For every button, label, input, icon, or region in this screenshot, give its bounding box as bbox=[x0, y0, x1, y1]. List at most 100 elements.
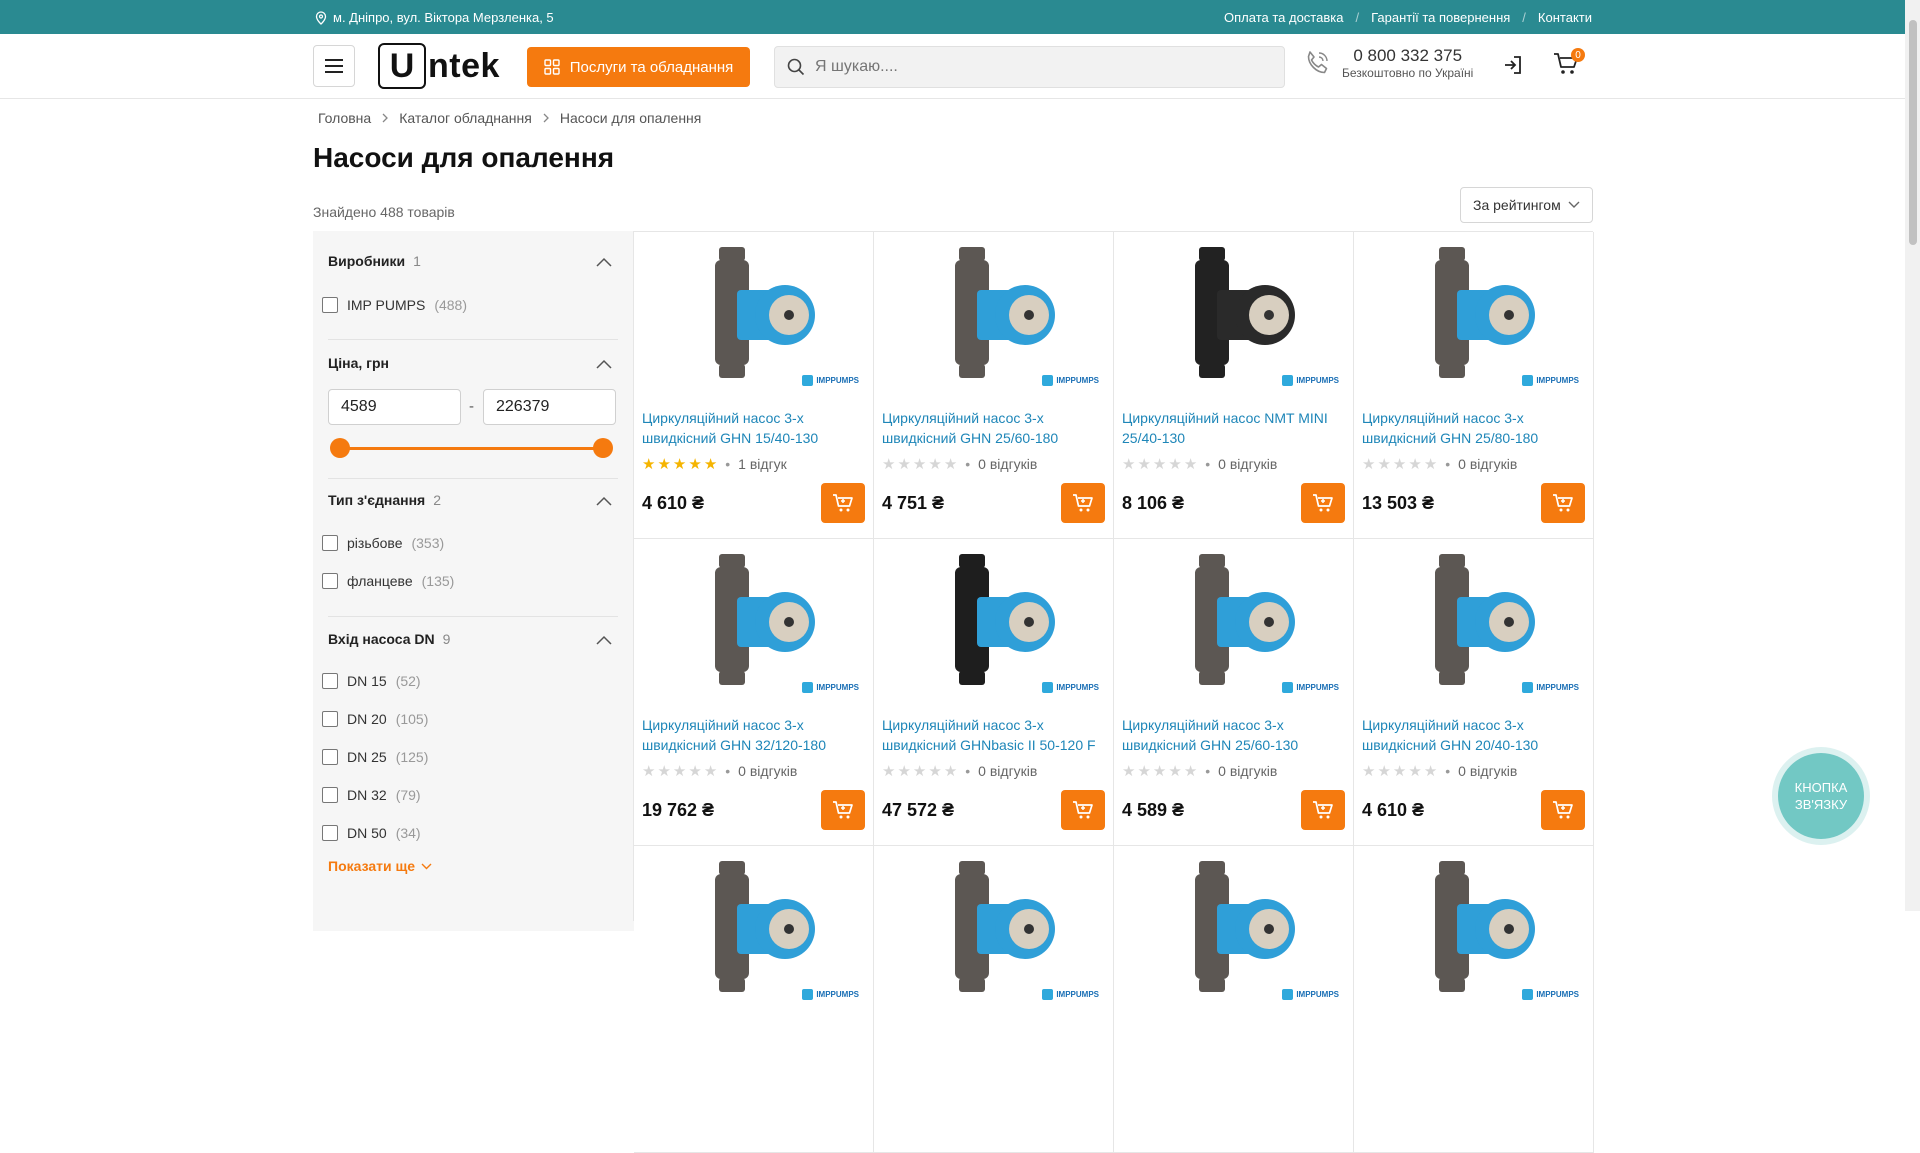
product-card[interactable]: IMPPUMPS bbox=[634, 846, 874, 1153]
filter-option[interactable]: DN 50 (34) bbox=[322, 825, 421, 841]
filter-option[interactable]: DN 25 (125) bbox=[322, 749, 428, 765]
filter-title[interactable]: Виробники 1 bbox=[328, 253, 618, 269]
product-name-link[interactable]: Циркуляційний насос 3-х швидкісний GHN 2… bbox=[1362, 715, 1582, 755]
link-delivery[interactable]: Оплата та доставка bbox=[1224, 10, 1343, 25]
add-to-cart-button[interactable] bbox=[1301, 483, 1345, 523]
product-image[interactable] bbox=[1169, 856, 1299, 1006]
product-name-link[interactable]: Циркуляційний насос 3-х швидкісний GHN 1… bbox=[642, 408, 862, 448]
product-card[interactable]: IMPPUMPS Циркуляційний насос 3-х швидкісн… bbox=[1354, 539, 1594, 846]
checkbox[interactable] bbox=[322, 673, 338, 689]
product-image[interactable] bbox=[1169, 242, 1299, 392]
contact-button[interactable]: КНОПКА ЗВ'ЯЗКУ bbox=[1778, 753, 1864, 839]
product-name-link[interactable]: Циркуляційний насос 3-х швидкісний GHN 2… bbox=[882, 408, 1102, 448]
menu-button[interactable] bbox=[313, 45, 355, 87]
product-card[interactable]: IMPPUMPS Циркуляційний насос 3-х швидкісн… bbox=[874, 232, 1114, 539]
review-count[interactable]: 0 відгуків bbox=[738, 763, 797, 779]
review-count[interactable]: 0 відгуків bbox=[978, 763, 1037, 779]
services-button[interactable]: Послуги та обладнання bbox=[527, 47, 750, 87]
product-card[interactable]: IMPPUMPS Циркуляційний насос 3-х швидкісн… bbox=[874, 539, 1114, 846]
filter-option[interactable]: різьбове (353) bbox=[322, 535, 444, 551]
product-name-link[interactable]: Циркуляційний насос 3-х швидкісний GHN 3… bbox=[642, 715, 862, 755]
filter-title[interactable]: Вхід насоса DN 9 bbox=[328, 631, 618, 647]
review-count[interactable]: 0 відгуків bbox=[978, 456, 1037, 472]
filter-option[interactable]: фланцеве (135) bbox=[322, 573, 454, 589]
filter-title[interactable]: Ціна, грн bbox=[328, 355, 618, 371]
add-to-cart-button[interactable] bbox=[1061, 790, 1105, 830]
chevron-up-icon[interactable] bbox=[596, 496, 612, 506]
phone-number[interactable]: 0 800 332 375 bbox=[1342, 46, 1473, 66]
breadcrumb-home[interactable]: Головна bbox=[318, 110, 371, 126]
sort-select[interactable]: За рейтингом bbox=[1460, 187, 1593, 223]
product-image[interactable] bbox=[1169, 549, 1299, 699]
filter-title[interactable]: Тип з'єднання 2 bbox=[328, 492, 618, 508]
review-count[interactable]: 1 відгук bbox=[738, 456, 787, 472]
product-card[interactable]: IMPPUMPS bbox=[1354, 846, 1594, 1153]
review-count[interactable]: 0 відгуків bbox=[1458, 456, 1517, 472]
price-slider-max-handle[interactable] bbox=[593, 438, 613, 458]
scrollbar[interactable] bbox=[1905, 0, 1920, 911]
review-count[interactable]: 0 відгуків bbox=[1458, 763, 1517, 779]
checkbox[interactable] bbox=[322, 573, 338, 589]
grid-icon bbox=[544, 59, 560, 75]
checkbox[interactable] bbox=[322, 711, 338, 727]
product-card[interactable]: IMPPUMPS Циркуляційний насос 3-х швидкісн… bbox=[1114, 539, 1354, 846]
chevron-up-icon[interactable] bbox=[596, 635, 612, 645]
product-name-link[interactable]: Циркуляційний насос NMT MINI 25/40-130 bbox=[1122, 408, 1342, 448]
checkbox[interactable] bbox=[322, 535, 338, 551]
search-box[interactable] bbox=[774, 46, 1285, 88]
add-to-cart-button[interactable] bbox=[1301, 790, 1345, 830]
filter-option[interactable]: DN 20 (105) bbox=[322, 711, 428, 727]
add-to-cart-button[interactable] bbox=[821, 790, 865, 830]
chevron-up-icon[interactable] bbox=[596, 359, 612, 369]
product-name-link[interactable]: Циркуляційний насос 3-х швидкісний GHN 2… bbox=[1122, 715, 1342, 755]
price-min-input[interactable]: 4589 bbox=[328, 389, 461, 425]
product-image[interactable] bbox=[1409, 549, 1539, 699]
filter-inlet[interactable]: Вхід насоса DN 9 bbox=[328, 631, 618, 647]
product-name-link[interactable]: Циркуляційний насос 3-х швидкісний GHNba… bbox=[882, 715, 1102, 755]
show-more-link[interactable]: Показати ще bbox=[328, 858, 432, 874]
checkbox[interactable] bbox=[322, 825, 338, 841]
search-input[interactable] bbox=[815, 58, 1255, 76]
product-image[interactable] bbox=[929, 242, 1059, 392]
product-image[interactable] bbox=[1409, 242, 1539, 392]
add-to-cart-button[interactable] bbox=[1541, 483, 1585, 523]
checkbox[interactable] bbox=[322, 749, 338, 765]
add-to-cart-button[interactable] bbox=[1061, 483, 1105, 523]
price-max-input[interactable]: 226379 bbox=[483, 389, 616, 425]
product-image[interactable] bbox=[929, 856, 1059, 1006]
product-card[interactable]: IMPPUMPS Циркуляційний насос NMT MINI 25/… bbox=[1114, 232, 1354, 539]
filter-manufacturers[interactable]: Виробники 1 bbox=[328, 253, 618, 269]
login-icon[interactable] bbox=[1502, 54, 1524, 76]
price-slider-track[interactable] bbox=[340, 447, 602, 450]
checkbox[interactable] bbox=[322, 297, 338, 313]
logo[interactable]: U ntek bbox=[378, 43, 500, 89]
filter-connection[interactable]: Тип з'єднання 2 bbox=[328, 492, 618, 508]
price-slider-min-handle[interactable] bbox=[330, 438, 350, 458]
breadcrumb-catalog[interactable]: Каталог обладнання bbox=[399, 110, 532, 126]
product-name-link[interactable]: Циркуляційний насос 3-х швидкісний GHN 2… bbox=[1362, 408, 1582, 448]
product-image[interactable] bbox=[689, 549, 819, 699]
checkbox[interactable] bbox=[322, 787, 338, 803]
product-image[interactable] bbox=[1409, 856, 1539, 1006]
phone-block[interactable]: 0 800 332 375 Безкоштовно по Україні bbox=[1302, 46, 1473, 80]
link-warranty[interactable]: Гарантії та повернення bbox=[1371, 10, 1510, 25]
filter-option[interactable]: IMP PUMPS (488) bbox=[322, 297, 467, 313]
filter-option[interactable]: DN 15 (52) bbox=[322, 673, 421, 689]
filter-option[interactable]: DN 32 (79) bbox=[322, 787, 421, 803]
product-card[interactable]: IMPPUMPS Циркуляційний насос 3-х швидкісн… bbox=[634, 232, 874, 539]
scrollbar-thumb[interactable] bbox=[1909, 20, 1917, 245]
product-image[interactable] bbox=[689, 242, 819, 392]
product-card[interactable]: IMPPUMPS bbox=[1114, 846, 1354, 1153]
review-count[interactable]: 0 відгуків bbox=[1218, 763, 1277, 779]
review-count[interactable]: 0 відгуків bbox=[1218, 456, 1277, 472]
product-image[interactable] bbox=[929, 549, 1059, 699]
add-to-cart-button[interactable] bbox=[1541, 790, 1585, 830]
product-image[interactable] bbox=[689, 856, 819, 1006]
product-card[interactable]: IMPPUMPS Циркуляційний насос 3-х швидкісн… bbox=[634, 539, 874, 846]
chevron-up-icon[interactable] bbox=[596, 257, 612, 267]
link-contacts[interactable]: Контакти bbox=[1538, 10, 1592, 25]
product-card[interactable]: IMPPUMPS bbox=[874, 846, 1114, 1153]
filter-price[interactable]: Ціна, грн bbox=[328, 355, 618, 371]
product-card[interactable]: IMPPUMPS Циркуляційний насос 3-х швидкісн… bbox=[1354, 232, 1594, 539]
add-to-cart-button[interactable] bbox=[821, 483, 865, 523]
